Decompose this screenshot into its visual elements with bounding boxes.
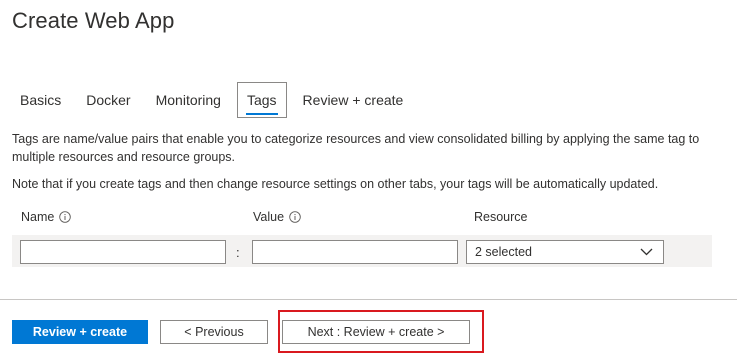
tab-basics[interactable]: Basics <box>11 82 70 118</box>
value-header-label: Value <box>253 210 285 224</box>
previous-button[interactable]: < Previous <box>160 320 268 344</box>
name-header-label: Name <box>21 210 55 224</box>
resource-header-label: Resource <box>474 210 528 224</box>
tag-name-input[interactable] <box>20 240 226 264</box>
chevron-down-icon <box>640 245 653 259</box>
name-column-header: Name <box>21 210 72 224</box>
name-value-separator: : <box>236 245 240 260</box>
tab-monitoring[interactable]: Monitoring <box>147 82 230 118</box>
resource-dropdown[interactable]: 2 selected <box>466 240 664 264</box>
tab-review-create[interactable]: Review + create <box>294 82 413 118</box>
next-review-create-button[interactable]: Next : Review + create > <box>282 320 470 344</box>
tags-note: Note that if you create tags and then ch… <box>12 177 659 191</box>
review-create-button[interactable]: Review + create <box>12 320 148 344</box>
footer-divider <box>0 299 737 300</box>
resource-selected-value: 2 selected <box>475 245 532 259</box>
tags-description: Tags are name/value pairs that enable yo… <box>12 132 700 164</box>
resource-column-header: Resource <box>474 210 528 224</box>
info-icon[interactable] <box>59 211 72 223</box>
tab-tags[interactable]: Tags <box>236 82 287 118</box>
tab-bar: Basics Docker Monitoring Tags Review + c… <box>11 82 419 118</box>
page-title: Create Web App <box>12 8 175 33</box>
value-column-header: Value <box>253 210 301 224</box>
tab-docker[interactable]: Docker <box>77 82 139 118</box>
tag-value-input[interactable] <box>252 240 458 264</box>
info-icon[interactable] <box>289 211 301 223</box>
